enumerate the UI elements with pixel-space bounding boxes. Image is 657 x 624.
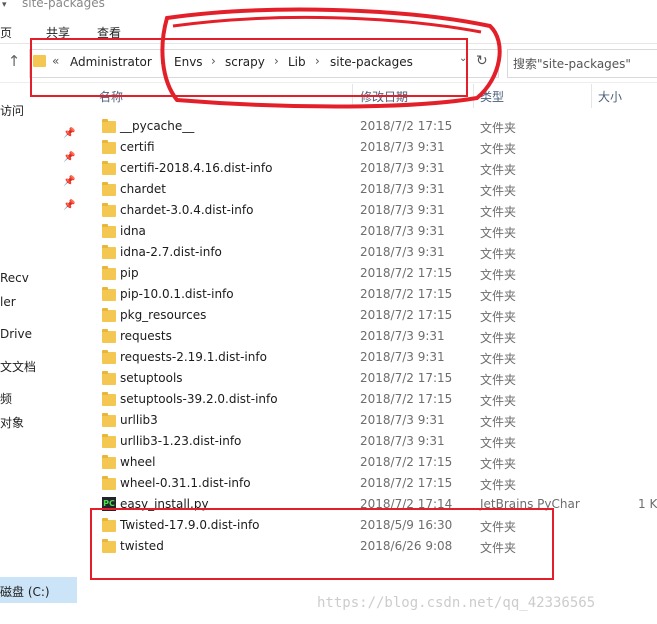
file-name[interactable]: pip	[120, 266, 139, 280]
sidebar-item-videos[interactable]: 频	[0, 390, 12, 407]
file-type: 文件夹	[480, 184, 517, 198]
folder-icon	[102, 329, 116, 343]
sidebar-item-quick-access[interactable]: 访问	[0, 102, 24, 119]
folder-icon	[102, 455, 116, 469]
file-type: 文件夹	[480, 352, 517, 366]
file-date: 2018/7/3 9:31	[360, 203, 445, 217]
file-name[interactable]: urllib3	[120, 413, 158, 427]
file-date: 2018/7/2 17:15	[360, 308, 453, 322]
file-type: 文件夹	[480, 142, 517, 156]
folder-icon	[102, 224, 116, 238]
folder-icon	[102, 434, 116, 448]
file-date: 2018/7/2 17:15	[360, 392, 453, 406]
pin-icon[interactable]: 📌	[63, 176, 75, 187]
sidebar-item-recv[interactable]: Recv	[0, 271, 29, 285]
file-date: 2018/7/2 17:15	[360, 266, 453, 280]
file-name[interactable]: chardet-3.0.4.dist-info	[120, 203, 253, 217]
watermark: https://blog.csdn.net/qq_42336565	[317, 595, 596, 611]
folder-icon	[102, 476, 116, 490]
folder-icon	[102, 266, 116, 280]
file-name[interactable]: chardet	[120, 182, 166, 196]
file-date: 2018/7/2 17:15	[360, 287, 453, 301]
file-name[interactable]: certifi	[120, 140, 155, 154]
file-date: 2018/7/3 9:31	[360, 329, 445, 343]
folder-icon	[102, 287, 116, 301]
pin-icon[interactable]: 📌	[63, 200, 75, 211]
file-type: 文件夹	[480, 226, 517, 240]
file-type: 文件夹	[480, 310, 517, 324]
file-name[interactable]: urllib3-1.23.dist-info	[120, 434, 241, 448]
file-name[interactable]: setuptools	[120, 371, 183, 385]
file-type: 文件夹	[480, 394, 517, 408]
file-type: 文件夹	[480, 289, 517, 303]
folder-icon	[102, 308, 116, 322]
file-date: 2018/7/3 9:31	[360, 140, 445, 154]
file-name[interactable]: requests-2.19.1.dist-info	[120, 350, 267, 364]
file-name[interactable]: idna-2.7.dist-info	[120, 245, 222, 259]
folder-icon	[102, 203, 116, 217]
file-type: 文件夹	[480, 373, 517, 387]
column-header-size[interactable]: 大小	[598, 88, 622, 105]
file-type: 文件夹	[480, 436, 517, 450]
folder-icon	[102, 140, 116, 154]
folder-icon	[102, 371, 116, 385]
file-type: 文件夹	[480, 331, 517, 345]
file-date: 2018/7/2 17:15	[360, 476, 453, 490]
file-name[interactable]: pip-10.0.1.dist-info	[120, 287, 234, 301]
file-type: 文件夹	[480, 457, 517, 471]
file-name[interactable]: __pycache__	[120, 119, 194, 133]
sidebar-item-folder[interactable]: ler	[0, 295, 16, 309]
file-name[interactable]: pkg_resources	[120, 308, 206, 322]
sidebar-item-drive[interactable]: Drive	[0, 327, 32, 341]
file-type: 文件夹	[480, 121, 517, 135]
pin-icon[interactable]: 📌	[63, 128, 75, 139]
file-date: 2018/7/3 9:31	[360, 434, 445, 448]
window-title: site-packages	[22, 0, 105, 10]
sidebar-item-3d-objects[interactable]: 对象	[0, 414, 24, 431]
file-name[interactable]: setuptools-39.2.0.dist-info	[120, 392, 278, 406]
file-name[interactable]: wheel	[120, 455, 156, 469]
tab-home[interactable]: 页	[0, 24, 12, 41]
file-date: 2018/7/3 9:31	[360, 350, 445, 364]
window-menu-icon[interactable]: ▾	[2, 0, 7, 10]
sidebar-item-drive-c-label: 磁盘 (C:)	[0, 585, 50, 599]
file-type: 文件夹	[480, 205, 517, 219]
file-date: 2018/7/2 17:15	[360, 455, 453, 469]
file-type: 文件夹	[480, 415, 517, 429]
column-divider[interactable]	[591, 84, 592, 108]
folder-icon	[102, 350, 116, 364]
file-name[interactable]: wheel-0.31.1.dist-info	[120, 476, 251, 490]
file-date: 2018/7/3 9:31	[360, 182, 445, 196]
search-input[interactable]: 搜索"site-packages"	[513, 55, 631, 72]
file-name[interactable]: certifi-2018.4.16.dist-info	[120, 161, 272, 175]
file-name[interactable]: requests	[120, 329, 172, 343]
folder-icon	[102, 119, 116, 133]
up-arrow-icon[interactable]: ↑	[4, 52, 24, 70]
file-name[interactable]: idna	[120, 224, 146, 238]
highlight-box-twisted	[90, 508, 554, 580]
file-size: 1 K	[638, 497, 657, 511]
folder-icon	[102, 245, 116, 259]
folder-icon	[102, 182, 116, 196]
file-date: 2018/7/2 17:15	[360, 371, 453, 385]
folder-icon	[102, 161, 116, 175]
folder-icon	[102, 413, 116, 427]
file-date: 2018/7/2 17:15	[360, 119, 453, 133]
file-date: 2018/7/3 9:31	[360, 161, 445, 175]
file-date: 2018/7/3 9:31	[360, 413, 445, 427]
file-type: 文件夹	[480, 268, 517, 282]
sidebar-item-documents[interactable]: 文文档	[0, 358, 36, 375]
file-type: 文件夹	[480, 478, 517, 492]
highlight-scribble	[160, 7, 502, 109]
folder-icon	[102, 392, 116, 406]
file-type: 文件夹	[480, 163, 517, 177]
file-date: 2018/7/3 9:31	[360, 224, 445, 238]
file-type: 文件夹	[480, 247, 517, 261]
file-date: 2018/7/3 9:31	[360, 245, 445, 259]
pin-icon[interactable]: 📌	[63, 152, 75, 163]
